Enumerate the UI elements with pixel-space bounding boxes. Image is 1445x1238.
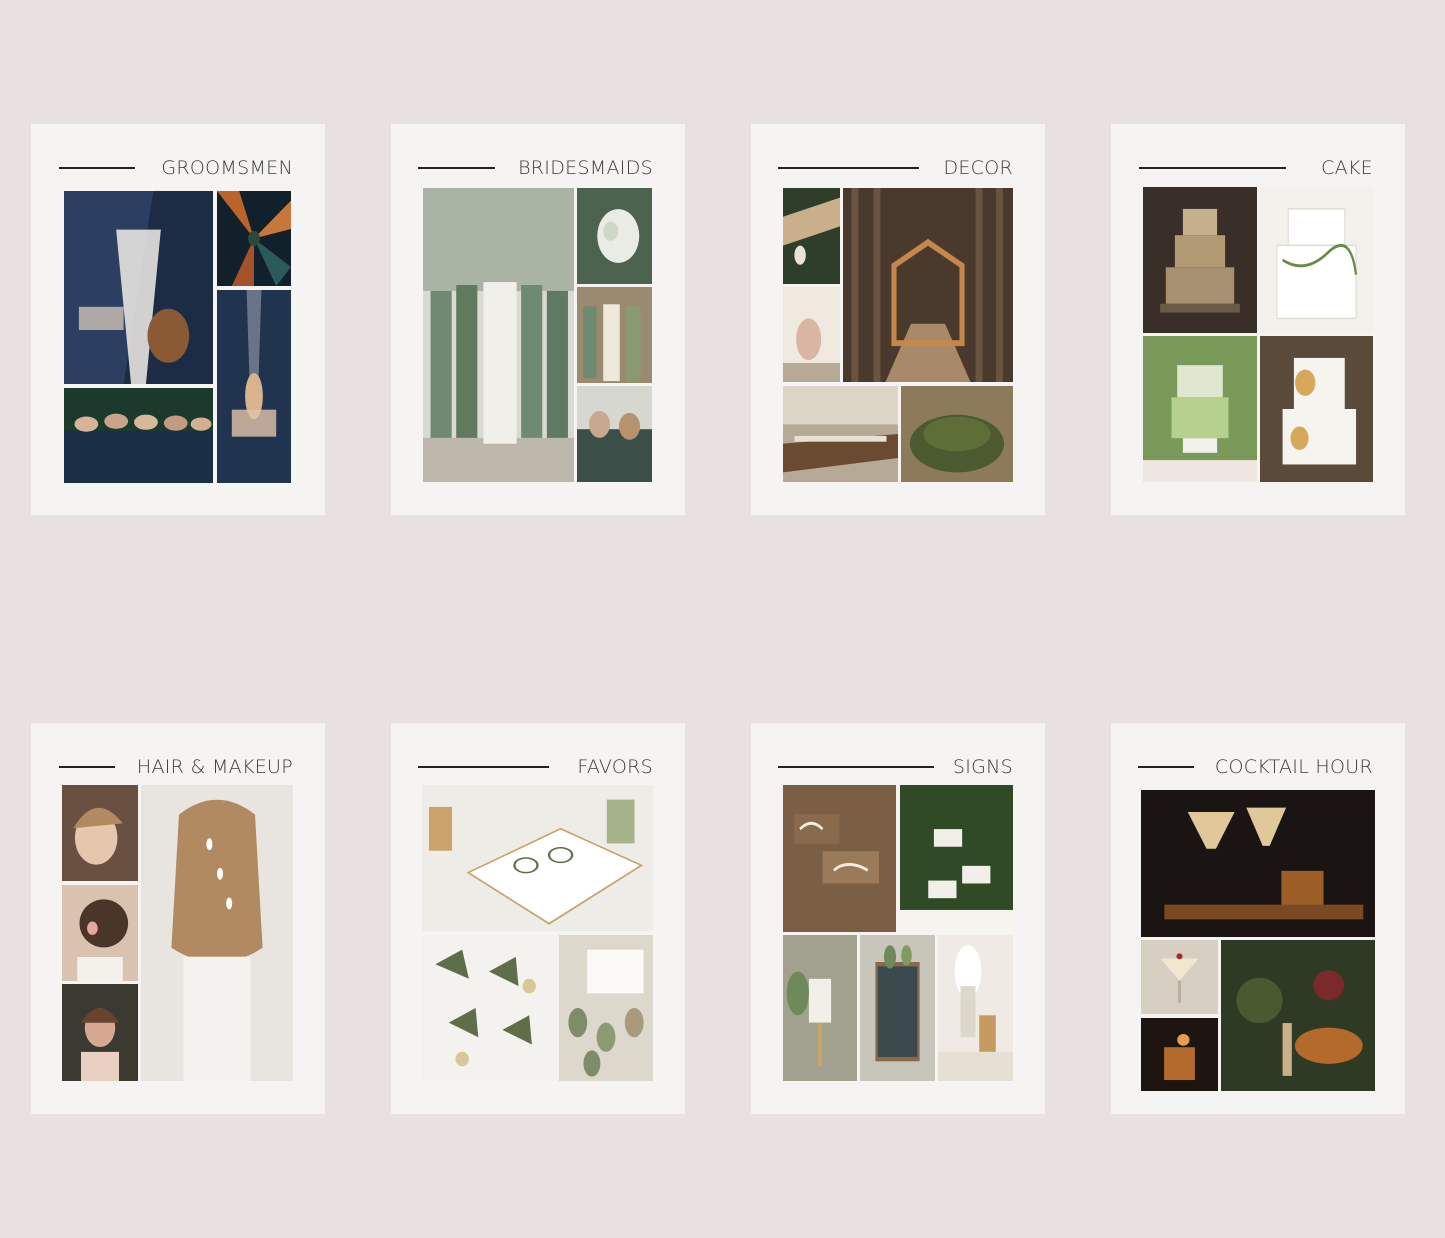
photo-moss-place-cards xyxy=(900,785,1013,932)
photo-bride-laughing xyxy=(577,386,652,482)
title-rule xyxy=(418,766,549,768)
photo-bride-candlelight xyxy=(62,984,138,1081)
board-favors: FAVORS xyxy=(391,723,685,1114)
photo-white-cake-greenery xyxy=(1260,187,1373,333)
board-title: COCKTAIL HOUR xyxy=(1214,756,1373,778)
title-rule xyxy=(1138,766,1194,768)
moodboard-page: { "boards": [ { "title": "GROOMSMEN", "c… xyxy=(0,0,1445,1238)
board-cocktail-hour: COCKTAIL HOUR xyxy=(1111,723,1405,1114)
photo-log-runner xyxy=(783,188,840,284)
photo-long-tables xyxy=(783,386,898,482)
photo-old-fashioned xyxy=(1141,1018,1218,1091)
photo-centerpiece xyxy=(783,287,840,382)
title-rule xyxy=(418,167,495,169)
photo-green-watercolor-cake xyxy=(1143,336,1257,482)
board-title: SIGNS xyxy=(952,756,1013,778)
photo-bouquets xyxy=(577,188,652,284)
board-hair-makeup: HAIR & MAKEUP xyxy=(31,723,325,1114)
title-rule xyxy=(778,167,919,169)
board-cake: CAKE xyxy=(1111,124,1405,515)
photo-naked-cake xyxy=(1143,187,1257,333)
photo-chalkboard-sign xyxy=(860,935,935,1081)
board-title: FAVORS xyxy=(577,756,653,778)
photo-hair-vine-back xyxy=(141,785,293,1081)
board-decor: DECOR xyxy=(751,124,1045,515)
board-title: BRIDESMAIDS xyxy=(518,157,653,179)
photo-bridesmaids-dresses xyxy=(577,287,652,383)
title-rule xyxy=(59,167,135,169)
photo-table-number-stand xyxy=(783,935,857,1081)
photo-boutonniere-overhead xyxy=(217,191,291,286)
photo-appetizer-spread xyxy=(1221,940,1375,1091)
photo-babys-breath-number xyxy=(938,935,1013,1081)
board-signs: SIGNS xyxy=(751,723,1045,1114)
photo-updo-flowers xyxy=(62,885,138,981)
board-bridesmaids: BRIDESMAIDS xyxy=(391,124,685,515)
title-rule xyxy=(1139,167,1286,169)
photo-groom-suit xyxy=(64,191,213,384)
board-groomsmen: GROOMSMEN xyxy=(31,124,325,515)
photo-sage-bundles xyxy=(422,935,556,1081)
photo-cocktails-tray xyxy=(1141,790,1375,937)
photo-gold-leaf-cake xyxy=(1260,336,1373,482)
title-rule xyxy=(778,766,934,768)
photo-groomsmen-group xyxy=(64,388,213,483)
photo-moss xyxy=(901,386,1013,482)
board-title: GROOMSMEN xyxy=(161,157,293,179)
photo-wooden-name-tags xyxy=(783,785,896,932)
board-title: DECOR xyxy=(943,157,1013,179)
photo-succulent-favors xyxy=(559,935,653,1081)
board-title: CAKE xyxy=(1321,157,1373,179)
title-rule xyxy=(59,766,115,768)
photo-menu-cards xyxy=(422,785,653,931)
photo-bride-smiling xyxy=(62,785,138,881)
photo-forest-arch xyxy=(843,188,1013,382)
photo-vest-tie xyxy=(217,290,291,483)
board-title: HAIR & MAKEUP xyxy=(136,756,293,778)
photo-bridal-party xyxy=(423,188,574,482)
photo-martini xyxy=(1141,940,1218,1014)
